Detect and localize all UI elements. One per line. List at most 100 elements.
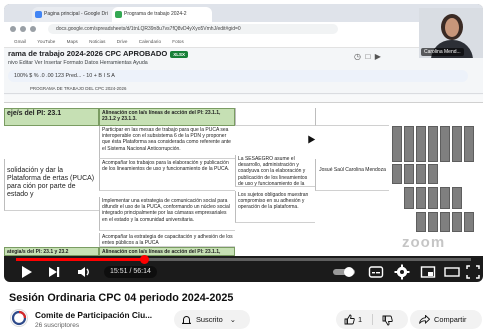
drive-icon [35, 11, 42, 18]
participant-face [445, 18, 459, 37]
column-headers [4, 95, 483, 103]
share-button[interactable]: Compartir [410, 310, 482, 329]
participant-name: Carolina Mend... [421, 48, 464, 56]
cell-action-header[interactable]: Alineación con la/s líneas de acción del… [99, 108, 235, 126]
sheet-title: rama de trabajo 2024-2026 CPC APROBADO XL… [8, 49, 189, 58]
bookmark-item[interactable]: Calendario [139, 39, 161, 44]
history-icon[interactable]: ◷ [354, 52, 361, 61]
formula-bar[interactable]: PROGRAMA DE TRABAJO DEL CPC 2024-2026 [4, 84, 483, 94]
gantt-cell[interactable] [452, 212, 462, 232]
cell-strategy-header[interactable]: eje/s del PI: 23.1 [4, 108, 99, 126]
thumbs-up-icon[interactable] [344, 314, 355, 325]
sheet-menu-bar[interactable]: nivo Editar Ver Insertar Formato Datos H… [8, 60, 148, 66]
share-label: Compartir [434, 315, 467, 324]
gantt-cell[interactable] [392, 126, 402, 162]
cell-assumption[interactable]: Los sujetos obligados muestran compromis… [235, 191, 315, 223]
bookmarks-bar: Gmail YouTube Maps Noticias Drive Calend… [4, 36, 483, 48]
reload-icon[interactable] [30, 26, 36, 32]
gantt-cell[interactable] [440, 126, 450, 162]
cell-action[interactable]: Participar en las mesas de trabajo para … [99, 126, 235, 159]
comment-icon[interactable]: □ [365, 52, 370, 61]
browser-tab-drive[interactable]: Pagina principal - Google Dri [32, 7, 122, 22]
cell-assumption[interactable]: La SESAEGRO asume el desarrollo, adminis… [235, 155, 315, 187]
gantt-cell[interactable] [404, 187, 414, 209]
subscribed-button[interactable]: Suscrito ⌄ [174, 310, 250, 329]
webcam-overlay: Carolina Mend... [419, 8, 483, 58]
fullscreen-icon[interactable] [466, 264, 480, 280]
subscriber-count: 26 suscriptores [35, 322, 80, 329]
sheet-toolbar[interactable]: 100% $ % .0 .00 123 Pred... - 10 + B I S… [8, 70, 468, 82]
video-player[interactable]: Pagina principal - Google Dri Programa d… [4, 4, 483, 282]
video-title: Sesión Ordinaria CPC 04 periodo 2024-202… [9, 292, 234, 304]
gantt-cell[interactable] [464, 126, 474, 162]
cell-responsible[interactable]: Josué Saúl Carolina Mendoza [315, 159, 389, 191]
bookmark-item[interactable]: Fotos [172, 39, 184, 44]
gantt-cell[interactable] [416, 164, 426, 184]
gantt-cell[interactable] [404, 126, 414, 162]
gantt-cell[interactable] [416, 187, 426, 209]
subscribed-label: Suscrito [196, 315, 223, 324]
gantt-cell[interactable] [428, 164, 438, 184]
gantt-cell[interactable] [464, 212, 474, 232]
like-count: 1 [358, 315, 363, 324]
gantt-cell[interactable] [428, 126, 438, 162]
channel-name[interactable]: Comite de Participación Ciu... [35, 310, 152, 320]
next-icon[interactable] [46, 264, 62, 280]
channel-logo-icon [11, 310, 27, 326]
like-divider [372, 314, 373, 325]
bell-icon [182, 316, 191, 324]
share-arrow-icon [419, 315, 430, 324]
thumbs-down-icon[interactable] [382, 315, 393, 326]
gantt-cell[interactable] [428, 212, 438, 232]
bookmark-item[interactable]: Drive [117, 39, 128, 44]
spreadsheet-grid[interactable]: eje/s del PI: 23.1 Alineación con la/s l… [4, 95, 483, 256]
theater-mode-icon[interactable] [444, 264, 460, 280]
settings-gear-icon[interactable] [394, 264, 410, 280]
bookmark-item[interactable]: Maps [67, 39, 78, 44]
file-type-badge: XLSX [170, 50, 189, 58]
bookmark-item[interactable]: Gmail [14, 39, 26, 44]
forward-icon[interactable] [20, 26, 26, 32]
gantt-cell[interactable] [452, 187, 462, 209]
sheets-icon [115, 11, 122, 18]
bookmark-item[interactable]: Noticias [89, 39, 105, 44]
progress-bar[interactable] [16, 255, 471, 264]
volume-icon[interactable] [76, 264, 92, 280]
browser-tab-strip: Pagina principal - Google Dri Programa d… [4, 4, 483, 22]
cell[interactable] [315, 108, 389, 126]
play-icon[interactable] [18, 264, 34, 280]
address-bar: docs.google.com/spreadsheets/d/1tnLQR39n… [4, 22, 483, 36]
video-frame[interactable]: Pagina principal - Google Dri Programa d… [4, 4, 483, 256]
chevron-down-icon: ⌄ [229, 315, 236, 324]
miniplayer-icon[interactable] [420, 264, 436, 280]
cell-action[interactable]: Acompañar los trabajos para la elaboraci… [99, 159, 235, 191]
url-field[interactable]: docs.google.com/spreadsheets/d/1tnLQR39n… [48, 24, 338, 34]
gantt-cell[interactable] [440, 187, 450, 209]
gantt-cell[interactable] [452, 126, 462, 162]
gantt-cell[interactable] [428, 187, 438, 209]
meet-icon[interactable]: ▶ [375, 52, 381, 61]
gantt-cell[interactable] [416, 126, 426, 162]
like-dislike-group: 1 [336, 310, 408, 329]
cell-objective[interactable]: solidación y dar la Plataforma de ertas … [4, 159, 99, 211]
gantt-cell[interactable] [440, 212, 450, 232]
player-controls: 15:51 / 56:14 [4, 262, 483, 282]
cell[interactable] [235, 108, 315, 126]
gantt-cell[interactable] [392, 164, 402, 184]
cell-action[interactable]: Implementar una estrategia de comunicaci… [99, 197, 235, 231]
gantt-cell[interactable] [416, 212, 426, 232]
back-icon[interactable] [10, 26, 16, 32]
autoplay-toggle-icon[interactable] [332, 264, 356, 280]
cell-strategy-header[interactable]: ategia/s del PI: 23.1 y 23.2 [4, 247, 99, 256]
subtitles-icon[interactable] [368, 264, 384, 280]
cell-action-header[interactable]: Alineación con la/s líneas de acción del… [99, 247, 235, 256]
time-display: 15:51 / 56:14 [104, 266, 157, 278]
sheet-header-buttons: ◷ □ ▶ [354, 52, 381, 61]
zoom-watermark: zoom [402, 234, 446, 251]
browser-tab-sheet[interactable]: Programa de trabajo 2024-2 [112, 7, 212, 22]
bookmark-item[interactable]: YouTube [37, 39, 55, 44]
gantt-cell[interactable] [404, 164, 414, 184]
progress-fill [16, 258, 145, 261]
cell-action[interactable]: Acompañar la estrategia de capacitación … [99, 233, 235, 247]
channel-avatar[interactable] [10, 309, 28, 327]
